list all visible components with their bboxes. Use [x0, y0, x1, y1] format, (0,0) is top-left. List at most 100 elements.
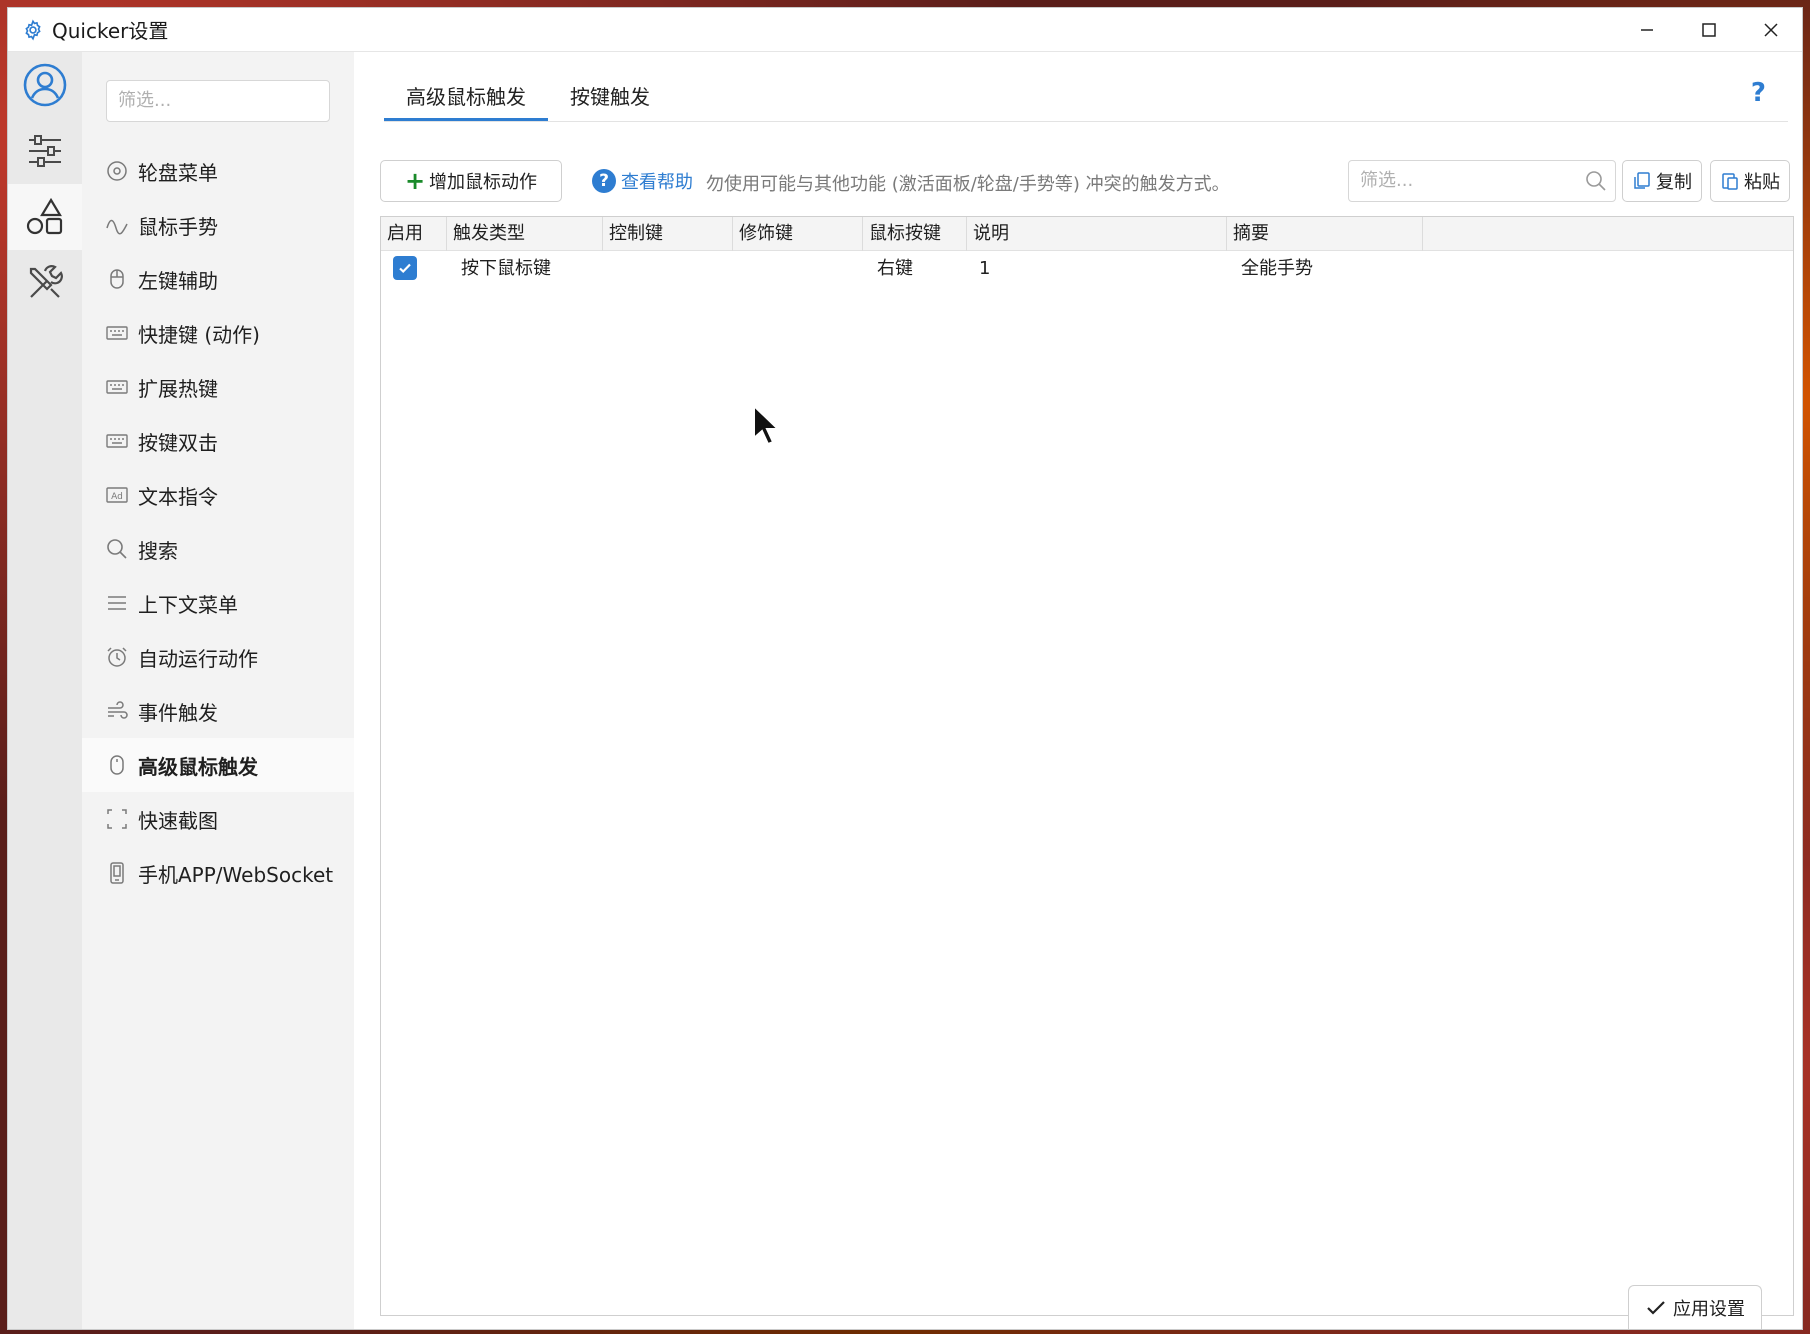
sidebar-item-quick-screenshot[interactable]: 快速截图 — [82, 792, 354, 846]
sidebar-item-label: 自动运行动作 — [138, 646, 258, 671]
sidebar-nav: 轮盘菜单 鼠标手势 左键辅助 快捷键 (动作) 扩展热键 按键双击 Ad 文本指… — [82, 144, 354, 900]
sidebar-item-label: 鼠标手势 — [138, 214, 218, 239]
tab-key-trigger[interactable]: 按键触发 — [548, 81, 672, 122]
mouse-icon — [110, 269, 124, 289]
sidebar-item-label: 快速截图 — [138, 808, 218, 833]
plus-icon: + — [404, 167, 426, 195]
sidebar-item-key-double-click[interactable]: 按键双击 — [82, 414, 354, 468]
sidebar-item-label: 上下文菜单 — [138, 592, 238, 617]
column-modifier-key[interactable]: 修饰键 — [733, 217, 863, 251]
sidebar-item-search[interactable]: 搜索 — [82, 522, 354, 576]
keyboard-icon — [106, 380, 128, 394]
sidebar-item-extended-hotkey[interactable]: 扩展热键 — [82, 360, 354, 414]
sidebar-item-label: 扩展热键 — [138, 376, 218, 401]
tab-advanced-mouse-trigger[interactable]: 高级鼠标触发 — [384, 81, 548, 122]
apply-settings-button[interactable]: 应用设置 — [1628, 1285, 1762, 1329]
sidebar-item-hotkey-action[interactable]: 快捷键 (动作) — [82, 306, 354, 360]
table-filter-placeholder: 筛选... — [1360, 170, 1414, 191]
column-enabled[interactable]: 启用 — [381, 217, 447, 251]
minimize-button[interactable] — [1616, 8, 1678, 52]
paste-button[interactable]: 粘贴 — [1710, 160, 1790, 202]
mouse-pointer-icon — [753, 404, 781, 446]
wave-icon — [106, 219, 128, 235]
paste-icon — [1722, 173, 1738, 190]
sidebar-item-left-assist[interactable]: 左键辅助 — [82, 252, 354, 306]
sidebar-item-label: 快捷键 (动作) — [138, 322, 260, 347]
minimize-icon — [1641, 29, 1653, 31]
wheel-icon — [107, 161, 127, 181]
sidebar-item-mouse-gesture[interactable]: 鼠标手势 — [82, 198, 354, 252]
sidebar: 筛选... 轮盘菜单 鼠标手势 左键辅助 快捷键 (动作) 扩展热键 按键双击 … — [82, 52, 354, 1329]
ad-icon: Ad — [106, 487, 128, 503]
phone-icon — [110, 862, 124, 884]
column-description[interactable]: 说明 — [967, 217, 1227, 251]
tab-bar: 高级鼠标触发 按键触发 — [384, 52, 672, 122]
table-filter-input[interactable]: 筛选... — [1348, 160, 1616, 202]
view-help-label: 查看帮助 — [621, 172, 693, 193]
sidebar-item-label: 左键辅助 — [138, 268, 218, 293]
svg-text:Ad: Ad — [111, 492, 123, 502]
tab-divider — [384, 121, 1788, 122]
sidebar-item-event-trigger[interactable]: 事件触发 — [82, 684, 354, 738]
add-mouse-action-button[interactable]: + 增加鼠标动作 — [380, 160, 562, 202]
crop-icon — [107, 809, 127, 829]
alarm-icon — [107, 647, 127, 667]
sidebar-item-wheel-menu[interactable]: 轮盘菜单 — [82, 144, 354, 198]
maximize-button[interactable] — [1678, 8, 1740, 52]
cell-mouse-button: 右键 — [877, 258, 913, 279]
sidebar-item-text-command[interactable]: Ad 文本指令 — [82, 468, 354, 522]
trigger-table: 启用 触发类型 控制键 修饰键 鼠标按键 说明 摘要 按下鼠标键 右键 1 全能… — [380, 216, 1794, 1316]
sidebar-filter-input[interactable]: 筛选... — [106, 80, 330, 122]
mouse-icon — [110, 755, 124, 775]
rail-triggers[interactable] — [8, 184, 82, 250]
copy-label: 复制 — [1656, 172, 1692, 193]
enabled-checkbox[interactable] — [393, 256, 417, 280]
view-help-link[interactable]: ? 查看帮助 — [592, 168, 693, 194]
sidebar-item-label: 高级鼠标触发 — [138, 754, 258, 779]
copy-icon — [1634, 172, 1650, 189]
sidebar-item-label: 按键双击 — [138, 430, 218, 455]
sidebar-item-label: 搜索 — [138, 538, 178, 563]
cell-trigger-type: 按下鼠标键 — [461, 258, 551, 279]
gear-icon — [25, 19, 41, 40]
sliders-icon — [29, 135, 61, 167]
table-row[interactable]: 按下鼠标键 右键 1 全能手势 — [381, 251, 1793, 287]
sidebar-item-label: 轮盘菜单 — [138, 160, 218, 185]
wind-icon — [108, 701, 128, 719]
sidebar-item-label: 文本指令 — [138, 484, 218, 509]
toolbar: + 增加鼠标动作 ? 查看帮助 勿使用可能与其他功能 (激活面板/轮盘/手势等)… — [380, 160, 1790, 202]
rail-settings[interactable] — [8, 118, 82, 184]
checkmark-icon — [399, 263, 411, 274]
column-control-key[interactable]: 控制键 — [603, 217, 733, 251]
rail-tools[interactable] — [8, 250, 82, 316]
help-icon[interactable]: ? — [1751, 78, 1766, 108]
sidebar-item-advanced-mouse-trigger[interactable]: 高级鼠标触发 — [82, 738, 354, 792]
cell-control-key — [603, 251, 609, 287]
shapes-icon — [26, 197, 63, 235]
close-button[interactable] — [1740, 8, 1802, 52]
category-rail — [8, 52, 82, 1329]
window-controls — [1616, 8, 1802, 52]
sidebar-item-auto-run[interactable]: 自动运行动作 — [82, 630, 354, 684]
paste-label: 粘贴 — [1744, 172, 1780, 193]
search-icon — [1586, 171, 1606, 191]
conflict-warning: 勿使用可能与其他功能 (激活面板/轮盘/手势等) 冲突的触发方式。 — [706, 174, 1230, 195]
sidebar-item-label: 事件触发 — [138, 700, 218, 725]
sidebar-item-context-menu[interactable]: 上下文菜单 — [82, 576, 354, 630]
sidebar-item-mobile-app[interactable]: 手机APP/WebSocket — [82, 846, 354, 900]
keyboard-icon — [106, 434, 128, 448]
check-icon — [1647, 1300, 1665, 1315]
table-header: 启用 触发类型 控制键 修饰键 鼠标按键 说明 摘要 — [381, 217, 1793, 251]
main-panel: 高级鼠标触发 按键触发 ? + 增加鼠标动作 ? 查看帮助 勿使用可能与其他功能… — [354, 52, 1802, 1329]
close-icon — [1764, 23, 1778, 37]
copy-button[interactable]: 复制 — [1622, 160, 1702, 202]
cell-modifier-key — [733, 251, 739, 287]
search-icon — [107, 539, 127, 559]
window-title: Quicker设置 — [52, 19, 169, 43]
title-bar: Quicker设置 — [8, 8, 1802, 52]
column-mouse-button[interactable]: 鼠标按键 — [863, 217, 967, 251]
add-mouse-action-label: 增加鼠标动作 — [429, 172, 538, 193]
column-trigger-type[interactable]: 触发类型 — [447, 217, 603, 251]
column-summary[interactable]: 摘要 — [1227, 217, 1423, 251]
rail-account[interactable] — [8, 52, 82, 118]
